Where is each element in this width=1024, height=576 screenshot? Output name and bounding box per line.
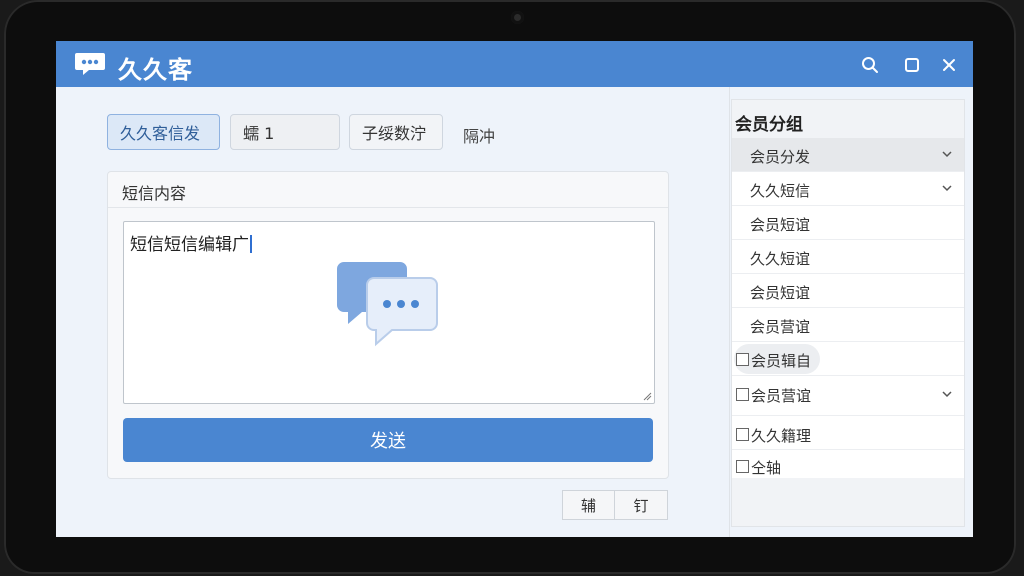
- search-button[interactable]: [857, 52, 883, 78]
- app-window: 久久客 久久客信发 蠕 1 子绥数泞 隔冲 短信内容 短信短信编辑广 发送 辅 …: [56, 41, 973, 537]
- sidebar-item-label: 会员辑自: [751, 352, 812, 370]
- sidebar-item[interactable]: 仝轴: [732, 450, 964, 478]
- resize-handle-icon[interactable]: [642, 391, 652, 401]
- sms-editor[interactable]: 短信短信编辑广: [123, 221, 655, 404]
- chevron-down-icon: [942, 185, 952, 192]
- close-icon: [943, 59, 955, 71]
- chevron-down-icon: [942, 391, 952, 398]
- sidebar-item-label: 会员分发: [750, 148, 811, 166]
- bottom-button-1[interactable]: 辅: [562, 490, 615, 520]
- text-caret: [250, 235, 252, 253]
- toolbar-label[interactable]: 隔冲: [463, 123, 495, 147]
- checkbox-icon[interactable]: [736, 428, 749, 441]
- tab-sms-send[interactable]: 久久客信发: [107, 114, 220, 150]
- number-field[interactable]: 蠕 1: [230, 114, 340, 150]
- sidebar-item[interactable]: 会员营谊: [732, 308, 964, 342]
- send-button[interactable]: 发送: [123, 418, 653, 462]
- device-bezel: 久久客 久久客信发 蠕 1 子绥数泞 隔冲 短信内容 短信短信编辑广 发送 辅 …: [4, 0, 1016, 574]
- sidebar-item[interactable]: 会员辑自: [732, 342, 964, 376]
- checkbox-icon[interactable]: [736, 460, 749, 473]
- chat-illustration-icon: [337, 262, 438, 347]
- editor-value: 短信短信编辑广: [130, 235, 249, 255]
- sidebar-item[interactable]: 久久短信: [732, 172, 964, 206]
- chevron-down-icon: [942, 151, 952, 158]
- close-button[interactable]: [936, 52, 962, 78]
- sidebar-item-label: 久久短谊: [750, 250, 811, 268]
- maximize-icon: [905, 58, 919, 72]
- sidebar-item-label: 会员营谊: [750, 318, 811, 336]
- maximize-button[interactable]: [899, 52, 925, 78]
- sidebar-item-label: 会员短谊: [750, 284, 811, 302]
- sidebar-item[interactable]: 会员分发: [732, 138, 964, 172]
- sidebar-item-label: 仝轴: [751, 459, 782, 477]
- app-title: 久久客: [118, 56, 193, 84]
- camera-dot: [511, 11, 524, 24]
- sidebar-item-label: 会员短谊: [750, 216, 811, 234]
- sidebar-item-label: 久久籍理: [751, 427, 812, 445]
- toolbar-button[interactable]: 子绥数泞: [349, 114, 443, 150]
- sms-content-panel: 短信内容 短信短信编辑广 发送: [107, 171, 669, 479]
- sidebar-item-label: 会员营谊: [751, 387, 812, 405]
- member-group-list: 会员分发 久久短信 会员短谊 久久短谊 会员短谊 会员营谊 会员辑自 会员营谊 …: [732, 138, 964, 478]
- panel-title: 短信内容: [122, 184, 187, 203]
- bottom-button-2[interactable]: 钉: [615, 490, 668, 520]
- sidebar-item[interactable]: 会员短谊: [732, 206, 964, 240]
- sidebar-title: 会员分组: [735, 115, 803, 135]
- checkbox-icon[interactable]: [736, 353, 749, 366]
- sidebar-item[interactable]: 久久籍理: [732, 416, 964, 450]
- divider: [729, 87, 730, 537]
- member-group-sidebar: 会员分组 会员分发 久久短信 会员短谊 久久短谊 会员短谊 会员营谊 会员辑自 …: [731, 99, 965, 527]
- sidebar-item[interactable]: 会员短谊: [732, 274, 964, 308]
- sidebar-item[interactable]: 会员营谊: [732, 376, 964, 416]
- title-bar: 久久客: [56, 41, 973, 87]
- editor-text[interactable]: 短信短信编辑广: [130, 230, 252, 255]
- chat-bubble-icon: [75, 53, 105, 75]
- checkbox-icon[interactable]: [736, 388, 749, 401]
- panel-header: 短信内容: [108, 172, 668, 208]
- search-icon: [862, 57, 878, 73]
- sidebar-item[interactable]: 久久短谊: [732, 240, 964, 274]
- sidebar-item-label: 久久短信: [750, 182, 811, 200]
